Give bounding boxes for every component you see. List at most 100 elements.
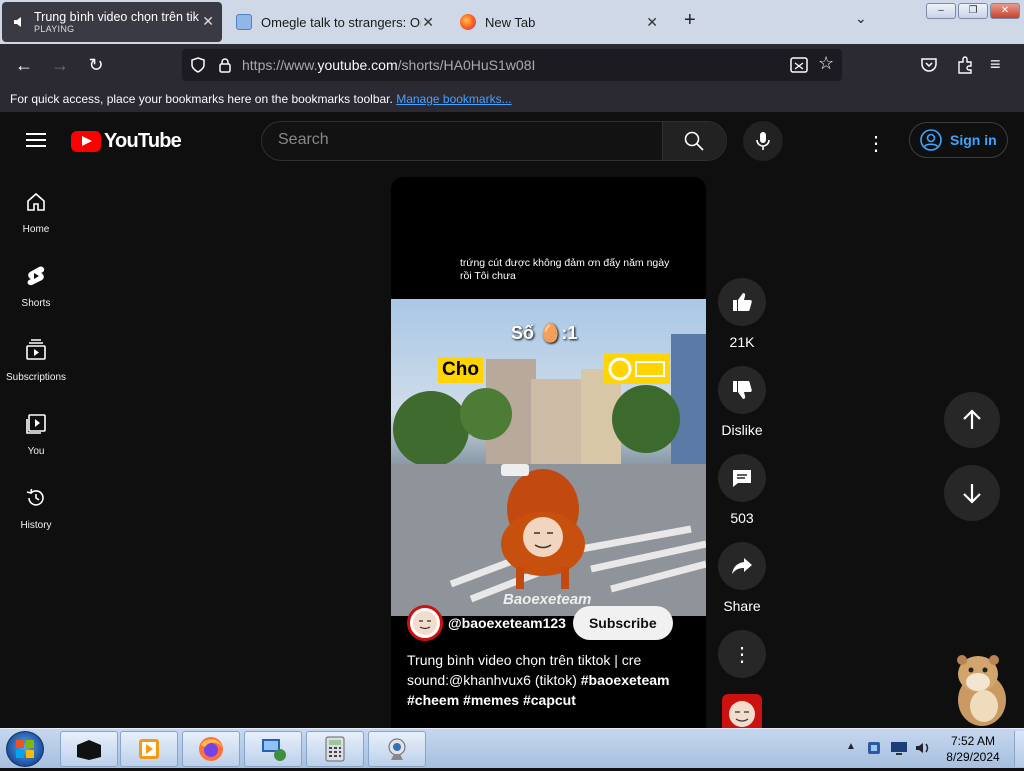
history-icon: [26, 488, 44, 506]
bookmarks-toolbar: For quick access, place your bookmarks h…: [0, 86, 1024, 112]
browser-navbar: ← → ↻ https://www.youtube.com/shorts/HA0…: [0, 44, 1024, 86]
manage-bookmarks-link[interactable]: Manage bookmarks...: [396, 92, 511, 106]
black-box-app-icon: [77, 740, 101, 760]
channel-name[interactable]: @baoexeteam123: [448, 615, 566, 631]
tray-app-icon[interactable]: [866, 740, 882, 756]
sidebar-item-label: Home: [22, 224, 50, 235]
taskbar-app-network[interactable]: [244, 731, 302, 767]
short-video-player[interactable]: trứng cút được không đảm ơn đấy năm ngày…: [391, 177, 706, 728]
like-button[interactable]: [718, 278, 766, 326]
speaker-icon[interactable]: [12, 15, 26, 29]
tab-title: New Tab: [485, 14, 536, 30]
lock-icon[interactable]: [218, 57, 232, 73]
show-desktop-button[interactable]: [1014, 731, 1024, 767]
close-tab-icon[interactable]: ✕: [202, 13, 214, 30]
dislike-button[interactable]: [718, 366, 766, 414]
sidebar-item-subscriptions[interactable]: Subscriptions: [0, 339, 72, 385]
extensions-icon[interactable]: [956, 56, 974, 74]
previous-short-button[interactable]: [944, 392, 1000, 448]
search-button[interactable]: [662, 122, 726, 160]
comments-button[interactable]: [718, 454, 766, 502]
windows-logo-icon: [16, 740, 34, 758]
channel-avatar[interactable]: [407, 605, 443, 641]
share-arrow-icon: [732, 558, 752, 574]
maximize-button[interactable]: ❐: [958, 3, 988, 19]
new-tab-plus-icon[interactable]: +: [684, 9, 696, 32]
sidebar-item-you[interactable]: You: [0, 413, 72, 459]
dislike-action[interactable]: Dislike: [718, 366, 766, 438]
share-label: Share: [723, 598, 761, 614]
start-button[interactable]: [6, 731, 44, 767]
menu-hamburger-icon[interactable]: ≡: [990, 54, 1001, 75]
you-icon: [26, 414, 46, 434]
arrow-down-icon: [963, 484, 981, 504]
shorts-icon: [27, 266, 45, 286]
firefox-favicon-icon: [460, 14, 476, 30]
url-bar[interactable]: https://www.youtube.com/shorts/HA0HuS1w0…: [182, 49, 842, 81]
like-action[interactable]: 21K: [718, 278, 766, 350]
taskbar-app-media-player[interactable]: [120, 731, 178, 767]
list-all-tabs-chevron-icon[interactable]: ⌄: [855, 10, 867, 27]
street-scene-image: [391, 334, 706, 616]
close-tab-icon[interactable]: ✕: [646, 14, 658, 31]
more-vert-icon: ⋮: [732, 643, 752, 666]
like-count: 21K: [729, 334, 755, 350]
taskbar-app-webcam[interactable]: [368, 731, 426, 767]
tracking-shield-icon[interactable]: [190, 57, 206, 73]
sidebar-item-shorts[interactable]: Shorts: [0, 265, 72, 311]
comments-action[interactable]: 503: [718, 454, 766, 526]
youtube-page: YouTube ⋮ Sign in Home Shorts: [0, 112, 1024, 728]
voice-search-button[interactable]: [743, 121, 783, 161]
scene-text: Số 🥚:1: [511, 323, 578, 343]
subscribe-button[interactable]: Subscribe: [572, 606, 673, 640]
tab-playing[interactable]: Trung bình video chọn trên tiktok PLAYIN…: [2, 2, 222, 42]
pocket-icon[interactable]: [920, 56, 938, 74]
sidebar-item-history[interactable]: History: [0, 487, 72, 533]
taskbar-app-explorer[interactable]: [60, 731, 118, 767]
taskbar-app-firefox[interactable]: [182, 731, 240, 767]
system-clock[interactable]: 7:52 AM 8/29/2024: [940, 733, 1006, 765]
reload-icon[interactable]: ↻: [83, 52, 109, 78]
bookmark-star-icon[interactable]: ☆: [818, 53, 834, 74]
window-close-button[interactable]: ✕: [990, 3, 1020, 19]
firefox-icon: [199, 737, 223, 761]
dislike-label: Dislike: [721, 422, 763, 438]
settings-more-vert-icon[interactable]: ⋮: [866, 131, 886, 156]
back-arrow-icon[interactable]: ←: [11, 52, 37, 78]
sidebar-item-label: Shorts: [21, 298, 51, 309]
tab-title: Omegle talk to strangers: Omeg: [261, 14, 421, 30]
minimize-button[interactable]: –: [926, 3, 956, 19]
windows-taskbar: ▲ 7:52 AM 8/29/2024: [0, 728, 1024, 768]
more-actions-button[interactable]: ⋮: [718, 630, 766, 678]
monitor-tray-icon[interactable]: [890, 740, 908, 756]
share-button[interactable]: [718, 542, 766, 590]
url-text[interactable]: https://www.youtube.com/shorts/HA0HuS1w0…: [242, 57, 535, 73]
taskbar-app-calculator[interactable]: [306, 731, 364, 767]
more-actions[interactable]: ⋮: [718, 630, 766, 678]
tab-title: Trung bình video chọn trên tiktok: [34, 10, 199, 24]
volume-tray-icon[interactable]: [914, 739, 932, 757]
search-input[interactable]: [278, 131, 658, 149]
reader-view-icon[interactable]: [790, 57, 808, 73]
sidebar-item-home[interactable]: Home: [0, 191, 72, 237]
tab-new-tab[interactable]: New Tab ✕: [452, 2, 666, 42]
thumbs-up-icon: [733, 293, 752, 311]
guide-menu-icon[interactable]: [26, 133, 46, 147]
share-action[interactable]: Share: [718, 542, 766, 614]
forward-arrow-icon[interactable]: →: [47, 52, 73, 78]
video-description[interactable]: Trung bình video chọn trên tiktok | cre …: [407, 650, 697, 710]
close-tab-icon[interactable]: ✕: [422, 14, 434, 31]
tab-subtitle: PLAYING: [34, 24, 75, 34]
show-hidden-icons-icon[interactable]: ▲: [846, 741, 856, 752]
sound-channel-avatar[interactable]: [722, 694, 762, 728]
video-frame: Số 🥚:1 Cho Baoexeteam: [391, 299, 706, 616]
hamster-desktop-pet-image[interactable]: [940, 648, 1018, 728]
youtube-play-logo-icon: [71, 131, 101, 152]
tab-omegle[interactable]: Omegle talk to strangers: Omeg ✕: [228, 2, 442, 42]
bookmarks-hint: For quick access, place your bookmarks h…: [10, 92, 393, 106]
home-icon: [27, 192, 45, 211]
sidebar-item-label: History: [20, 520, 52, 531]
youtube-logo[interactable]: YouTube: [71, 130, 182, 153]
sign-in-button[interactable]: Sign in: [909, 122, 1008, 158]
next-short-button[interactable]: [944, 465, 1000, 521]
